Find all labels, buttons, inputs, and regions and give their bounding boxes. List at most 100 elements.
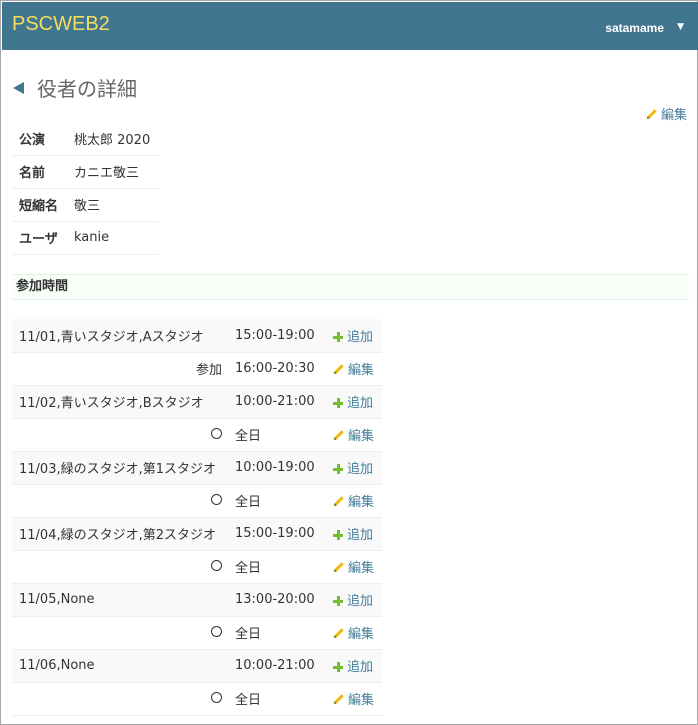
add-link[interactable]: 追加 <box>328 583 382 617</box>
attendance-mark <box>12 418 228 452</box>
schedule-label: 11/02,青いスタジオ,Bスタジオ <box>12 385 228 419</box>
detail-row: 公演 桃太郎 2020 <box>12 122 158 156</box>
schedule-time: 10:00-19:00 <box>228 451 328 485</box>
schedule-time: 13:00-20:00 <box>228 583 328 617</box>
schedule-time: 15:00-19:00 <box>228 517 328 551</box>
user-menu[interactable]: satamame <box>605 21 664 35</box>
detail-key: 名前 <box>12 155 74 189</box>
schedule-row: 11/05,None 13:00-20:00 追加 <box>12 583 382 617</box>
action-label: 追加 <box>347 660 374 675</box>
detail-key: 短縮名 <box>12 188 74 222</box>
attendance-mark <box>12 484 228 518</box>
detail-value: 敬三 <box>74 188 158 222</box>
schedule-row: 全日 編集 <box>12 550 382 584</box>
schedule-row: 11/03,緑のスタジオ,第1スタジオ 10:00-19:00 追加 <box>12 451 382 485</box>
header-bar: PSCWEB2 satamame ▼ <box>2 2 698 50</box>
detail-value: kanie <box>74 221 158 255</box>
schedule-row: 参加 16:00-20:30 編集 <box>12 352 382 386</box>
plus-icon <box>333 530 343 540</box>
schedule-label: 11/06,None <box>12 649 228 683</box>
detail-row: 名前 カニエ敬三 <box>12 155 158 189</box>
section-header: 参加時間 <box>12 274 689 300</box>
action-label: 編集 <box>348 627 375 642</box>
schedule-time: 全日 <box>228 484 328 518</box>
action-label: 追加 <box>347 462 374 477</box>
schedule-row: 11/02,青いスタジオ,Bスタジオ 10:00-21:00 追加 <box>12 385 382 419</box>
schedule-label: 11/04,緑のスタジオ,第2スタジオ <box>12 517 228 551</box>
action-label: 編集 <box>348 363 375 378</box>
schedule-row: 全日 編集 <box>12 616 382 650</box>
attendance-mark <box>12 616 228 650</box>
action-label: 編集 <box>348 693 375 708</box>
schedule-row: 11/04,緑のスタジオ,第2スタジオ 15:00-19:00 追加 <box>12 517 382 551</box>
schedule-time: 16:00-20:30 <box>228 352 328 386</box>
plus-icon <box>333 398 343 408</box>
add-link[interactable]: 追加 <box>328 649 382 683</box>
schedule-row: 全日 編集 <box>12 484 382 518</box>
edit-link[interactable]: 編集 <box>328 418 382 452</box>
circle-icon <box>211 560 222 571</box>
schedule-table: 11/01,青いスタジオ,Aスタジオ 15:00-19:00 追加 参加 16:00-2… <box>12 319 382 716</box>
plus-icon <box>333 596 343 606</box>
pencil-icon <box>334 496 344 506</box>
plus-icon <box>333 464 343 474</box>
pencil-icon <box>334 694 344 704</box>
pencil-icon <box>334 364 344 374</box>
detail-table: 公演 桃太郎 2020 名前 カニエ敬三 短縮名 敬三 ユーザ kanie <box>12 122 158 255</box>
pencil-icon <box>334 628 344 638</box>
add-link[interactable]: 追加 <box>328 451 382 485</box>
site-brand[interactable]: PSCWEB2 <box>12 13 110 36</box>
edit-link[interactable]: 編集 <box>328 352 382 386</box>
schedule-time: 全日 <box>228 550 328 584</box>
schedule-row: 11/06,None 10:00-21:00 追加 <box>12 649 382 683</box>
schedule-time: 全日 <box>228 682 328 716</box>
schedule-time: 15:00-19:00 <box>228 319 328 353</box>
page-title: 役者の詳細 <box>37 77 137 101</box>
edit-link[interactable]: 編集 <box>328 550 382 584</box>
action-label: 追加 <box>347 528 374 543</box>
pencil-icon <box>334 430 344 440</box>
detail-key: ユーザ <box>12 221 74 255</box>
back-arrow-icon[interactable] <box>13 81 24 94</box>
pencil-icon <box>334 562 344 572</box>
edit-link[interactable]: 編集 <box>646 104 687 123</box>
attendance-mark <box>12 550 228 584</box>
schedule-label: 11/05,None <box>12 583 228 617</box>
schedule-time: 全日 <box>228 418 328 452</box>
detail-row: 短縮名 敬三 <box>12 188 158 222</box>
action-label: 編集 <box>348 429 375 444</box>
add-link[interactable]: 追加 <box>328 319 382 353</box>
plus-icon <box>333 662 343 672</box>
edit-link[interactable]: 編集 <box>328 484 382 518</box>
edit-link[interactable]: 編集 <box>328 682 382 716</box>
edit-link-label: 編集 <box>660 108 687 123</box>
detail-value: 桃太郎 2020 <box>74 122 158 156</box>
schedule-row: 全日 編集 <box>12 418 382 452</box>
add-link[interactable]: 追加 <box>328 385 382 419</box>
pencil-icon <box>646 108 657 119</box>
schedule-row: 全日 編集 <box>12 682 382 716</box>
chevron-down-icon[interactable]: ▼ <box>677 22 684 32</box>
detail-key: 公演 <box>12 122 74 156</box>
add-link[interactable]: 追加 <box>328 517 382 551</box>
action-label: 編集 <box>348 561 375 576</box>
action-label: 追加 <box>347 329 374 345</box>
attendance-mark <box>12 682 228 716</box>
schedule-time: 10:00-21:00 <box>228 385 328 419</box>
schedule-label: 11/03,緑のスタジオ,第1スタジオ <box>12 451 228 485</box>
detail-value: カニエ敬三 <box>74 155 158 189</box>
circle-icon <box>211 692 222 703</box>
app-window: PSCWEB2 satamame ▼ 役者の詳細 編集 公演 桃太郎 2020 名前… <box>0 0 698 725</box>
plus-icon <box>333 331 343 342</box>
edit-link[interactable]: 編集 <box>328 616 382 650</box>
schedule-time: 10:00-21:00 <box>228 649 328 683</box>
page-title-row: 役者の詳細 <box>13 73 137 102</box>
schedule-row: 11/01,青いスタジオ,Aスタジオ 15:00-19:00 追加 <box>12 319 382 353</box>
schedule-label: 11/01,青いスタジオ,Aスタジオ <box>12 319 228 353</box>
circle-icon <box>211 494 222 505</box>
action-label: 編集 <box>348 495 375 510</box>
detail-row: ユーザ kanie <box>12 221 158 255</box>
circle-icon <box>211 428 222 439</box>
action-label: 追加 <box>347 594 374 609</box>
circle-icon <box>211 626 222 637</box>
